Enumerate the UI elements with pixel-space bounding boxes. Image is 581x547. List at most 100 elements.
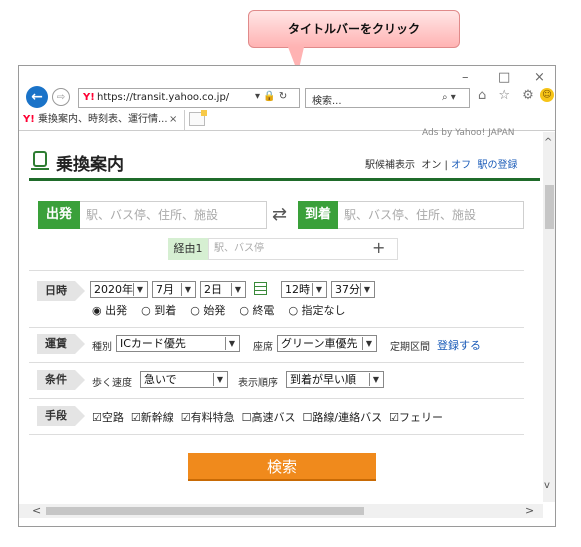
radio-first-train[interactable]: ○ 始発 [190,304,225,317]
sort-order-select[interactable]: 到着が早い順 ▼ [286,371,384,388]
depart-label: 出発 [38,201,80,229]
conditions-label: 条件 [37,370,85,390]
arrive-label: 到着 [298,201,338,229]
arrive-input[interactable]: 駅、バス停、住所、施設 [338,201,524,229]
year-select[interactable]: 2020年 ▼ [90,281,148,298]
checkbox-local-bus-label: 路線/連絡バス [312,411,383,424]
divider [29,327,524,328]
tab-close-icon[interactable]: × [169,110,177,129]
sort-order-value: 到着が早い順 [290,373,356,386]
scroll-left-icon[interactable]: < [32,504,41,517]
radio-first-train-label: 始発 [203,304,226,317]
forward-button[interactable]: ⇨ [52,88,70,106]
year-value: 2020年 [94,283,133,296]
month-select[interactable]: 7月 ▼ [152,281,196,298]
address-bar[interactable]: Y! https://transit.yahoo.co.jp/ ▾ 🔒 ↻ [78,88,300,108]
address-url: https://transit.yahoo.co.jp/ [97,92,230,103]
checkbox-highway-bus[interactable]: ☐高速バス [242,411,296,424]
chevron-down-icon: ▼ [225,337,238,350]
chevron-down-icon: ▼ [369,373,382,386]
seat-value: グリーン車優先 [281,337,358,350]
datetime-label: 日時 [37,281,85,301]
divider [29,398,524,399]
suggest-off-link[interactable]: オフ [451,160,471,171]
close-button[interactable]: × [534,70,545,85]
radio-depart-label: 出発 [105,304,128,317]
checkbox-highway-bus-label: 高速バス [251,411,296,424]
chevron-down-icon: ▼ [231,283,244,296]
feedback-smiley-icon[interactable]: ☺ [540,88,554,102]
checkbox-ferry-label: フェリー [398,411,443,424]
chevron-down-icon: ▼ [213,373,226,386]
link-separator: | [444,160,448,171]
train-icon [31,151,49,170]
checkbox-ferry[interactable]: ☑フェリー [389,411,443,424]
instruction-callout: タイトルバーをクリック [248,10,460,48]
horizontal-scroll-thumb[interactable] [46,507,364,515]
register-station-link[interactable]: 駅の登録 [477,160,517,171]
search-button[interactable]: 検索 [188,453,376,481]
fare-type-select[interactable]: ICカード優先 ▼ [116,335,240,352]
month-value: 7月 [156,283,174,296]
minute-select[interactable]: 37分 ▼ [331,281,375,298]
radio-depart[interactable]: ◉ 出発 [92,304,127,317]
swap-icon[interactable]: ⇄ [272,204,287,225]
suggest-on-link[interactable]: オン [421,160,441,171]
back-button[interactable]: ← [26,86,48,108]
address-controls[interactable]: ▾ 🔒 ↻ [255,91,287,102]
tab-title: 乗換案内、時刻表、運行情... [38,114,168,125]
checkbox-limited-express-label: 有料特急 [190,411,235,424]
walk-speed-value: 急いで [144,373,177,386]
tab-active[interactable]: Y! 乗換案内、時刻表、運行情... × [19,110,185,130]
header-links: 駅候補表示 オン | オフ 駅の登録 [365,156,517,171]
chevron-down-icon: ▼ [181,283,194,296]
day-value: 2日 [204,283,222,296]
page-title: 乗換案内 [56,155,124,175]
via-label: 経由1 [168,238,208,260]
hour-select[interactable]: 12時 ▼ [281,281,327,298]
fare-type-value: ICカード優先 [120,337,186,350]
add-via-button[interactable]: + [372,238,385,257]
scroll-up-icon[interactable]: ^ [544,137,552,148]
browser-search-placeholder: 検索... [312,96,342,107]
checkbox-limited-express[interactable]: ☑有料特急 [181,411,235,424]
header-divider [29,178,540,181]
via-input[interactable]: 駅、バス停 [208,238,398,260]
walk-speed-label: 歩く速度 [92,378,132,389]
walk-speed-select[interactable]: 急いで ▼ [140,371,228,388]
day-select[interactable]: 2日 ▼ [200,281,246,298]
seat-select[interactable]: グリーン車優先 ▼ [277,335,377,352]
chevron-down-icon: ▼ [133,283,146,296]
divider [29,434,524,435]
fare-type-label: 種別 [92,342,112,353]
radio-arrive[interactable]: ○ 到着 [141,304,176,317]
checkbox-shinkansen[interactable]: ☑新幹線 [131,411,174,424]
ads-label: Ads by Yahoo! JAPAN [422,128,515,138]
radio-unspecified-label: 指定なし [301,304,346,317]
radio-arrive-label: 到着 [154,304,177,317]
minimize-button[interactable]: – [462,70,469,85]
divider [29,270,524,271]
checkbox-air[interactable]: ☑空路 [92,411,124,424]
checkbox-local-bus[interactable]: ☐路線/連絡バス [303,411,383,424]
radio-last-train[interactable]: ○ 終電 [239,304,274,317]
radio-last-train-label: 終電 [252,304,275,317]
scroll-down-icon[interactable]: v [544,480,550,491]
commuter-register-link[interactable]: 登録する [437,337,481,353]
scroll-right-icon[interactable]: > [525,504,534,517]
hour-value: 12時 [285,283,310,296]
chevron-down-icon: ▼ [312,283,325,296]
search-icon[interactable]: ⌕ ▾ [442,92,456,103]
checkbox-air-label: 空路 [101,411,124,424]
new-tab-button[interactable] [189,110,207,126]
vertical-scroll-thumb[interactable] [545,185,554,229]
depart-input[interactable]: 駅、バス停、住所、施設 [80,201,267,229]
minute-value: 37分 [335,283,360,296]
radio-unspecified[interactable]: ○ 指定なし [288,304,345,317]
maximize-button[interactable]: □ [498,70,510,85]
seat-label: 座席 [253,342,273,353]
browser-search-box[interactable]: 検索... ⌕ ▾ [305,88,470,108]
station-suggest-label: 駅候補表示 [365,160,415,171]
calendar-icon[interactable] [254,282,267,295]
toolbar-icons[interactable]: ⌂ ☆ ⚙ [478,88,538,103]
